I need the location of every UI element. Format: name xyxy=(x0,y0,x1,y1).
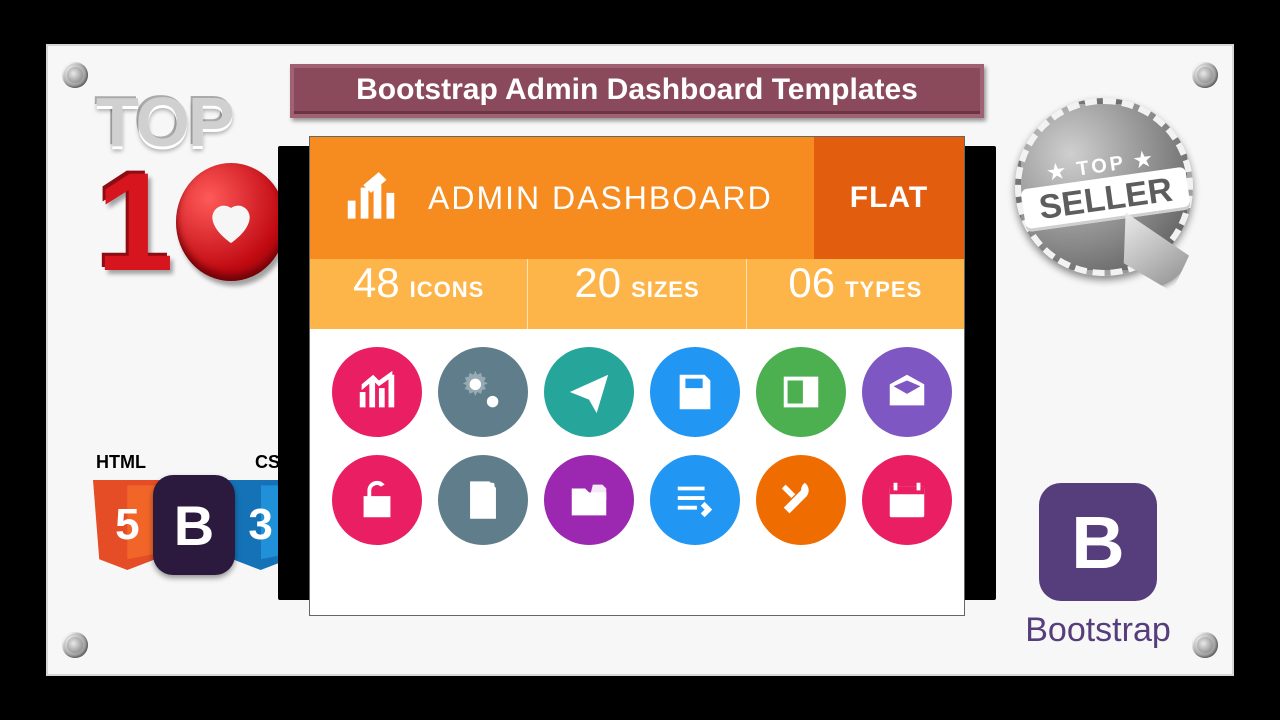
top-seller-seal: ★ TOP ★ SELLER xyxy=(1010,98,1198,298)
card-title: ADMIN DASHBOARD xyxy=(428,180,773,217)
title-text: Bootstrap Admin Dashboard Templates xyxy=(356,73,918,106)
bootstrap-b-badge-icon: B xyxy=(153,475,236,575)
flat-badge: FLAT xyxy=(814,137,964,259)
list-edit-icon xyxy=(650,455,740,545)
bolt-icon xyxy=(62,62,88,88)
promo-canvas: Bootstrap Admin Dashboard Templates TOP … xyxy=(46,44,1234,676)
news-icon xyxy=(756,347,846,437)
digit-one: 1 xyxy=(96,152,174,292)
envelope-open-icon xyxy=(862,347,952,437)
heart-icon xyxy=(203,194,259,250)
stat-icons: 48ICONS xyxy=(310,259,528,329)
documents-icon xyxy=(438,455,528,545)
tech-logos: HTML CSS 5 B 3 xyxy=(84,452,304,652)
page-title: Bootstrap Admin Dashboard Templates xyxy=(290,64,984,118)
calendar-icon xyxy=(862,455,952,545)
html-label: HTML xyxy=(96,452,146,473)
stat-sizes: 20SIZES xyxy=(528,259,746,329)
bootstrap-logo: B Bootstrap xyxy=(998,483,1198,650)
digit-zero-heart xyxy=(176,163,286,281)
card-header: ADMIN DASHBOARD FLAT xyxy=(310,137,964,259)
unlock-icon xyxy=(332,455,422,545)
stats-row: 48ICONS 20SIZES 06TYPES xyxy=(310,259,964,329)
page-curl-icon xyxy=(1113,212,1194,293)
folder-file-icon xyxy=(544,455,634,545)
bootstrap-name: Bootstrap xyxy=(998,611,1198,650)
icon-pack-card: ADMIN DASHBOARD FLAT 48ICONS 20SIZES 06T… xyxy=(309,136,965,616)
save-icon xyxy=(650,347,740,437)
chart-up-icon xyxy=(340,167,402,229)
top-10-badge: TOP 1 xyxy=(96,82,286,312)
bootstrap-square-icon: B xyxy=(1039,483,1157,601)
chart-icon xyxy=(332,347,422,437)
tools-icon xyxy=(756,455,846,545)
bolt-icon xyxy=(1192,62,1218,88)
stat-types: 06TYPES xyxy=(747,259,964,329)
icon-grid xyxy=(310,329,964,555)
gears-icon xyxy=(438,347,528,437)
paper-plane-icon xyxy=(544,347,634,437)
